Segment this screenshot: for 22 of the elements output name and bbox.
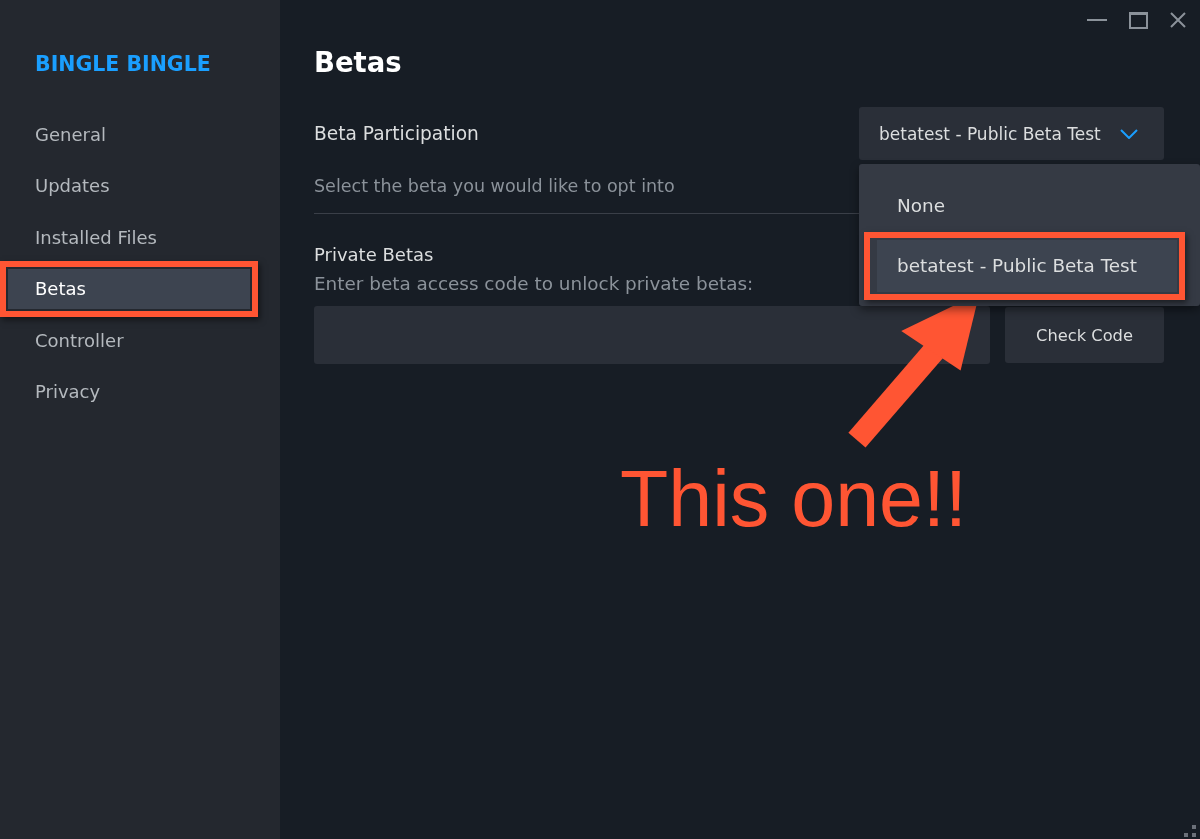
sidebar-item[interactable]: Installed Files bbox=[8, 217, 250, 258]
dropdown-option[interactable]: None bbox=[877, 180, 1177, 232]
chevron-down-icon bbox=[1120, 128, 1138, 139]
beta-dropdown[interactable]: betatest - Public Beta Test bbox=[859, 107, 1164, 160]
setting-label: Beta Participation bbox=[314, 123, 479, 144]
check-code-button[interactable]: Check Code bbox=[1005, 307, 1164, 363]
resize-grip-icon[interactable] bbox=[1184, 825, 1196, 837]
close-icon[interactable] bbox=[1170, 12, 1186, 28]
dropdown-option[interactable]: betatest - Public Beta Test bbox=[877, 240, 1177, 292]
maximize-icon[interactable] bbox=[1129, 11, 1148, 29]
sidebar-item[interactable]: Privacy bbox=[8, 371, 250, 412]
sidebar-item[interactable]: Controller bbox=[8, 320, 250, 361]
section-title: Private Betas bbox=[314, 243, 434, 267]
sidebar-item[interactable]: General bbox=[8, 115, 250, 155]
sidebar-item[interactable]: Updates bbox=[8, 166, 250, 207]
app-title: BINGLE BINGLE bbox=[35, 51, 211, 78]
hint-text: Select the beta you would like to opt into bbox=[314, 175, 675, 197]
page-title: Betas bbox=[314, 45, 402, 80]
code-input-field[interactable] bbox=[314, 306, 990, 364]
instruction-text: Enter beta access code to unlock private betas: bbox=[314, 272, 754, 296]
sidebar-item[interactable]: Betas bbox=[8, 269, 250, 310]
callout-text: This one!! bbox=[620, 459, 967, 538]
